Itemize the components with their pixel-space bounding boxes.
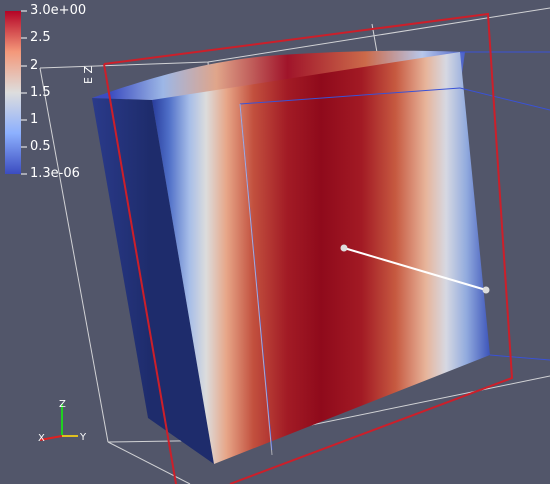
colorbar-label-max: 3.0e+00: [30, 3, 87, 18]
axis-y-label: Y: [79, 432, 87, 443]
axis-x-label: X: [38, 433, 45, 444]
render-viewport[interactable]: Z X Y 3.0e+00 2.5 2 1.5 1 0.5 1.3e-06 E …: [0, 0, 550, 484]
colorbar-label-1: 1: [30, 112, 39, 127]
colorbar-ticks: [21, 10, 27, 175]
colorbar-label-2.5: 2.5: [30, 30, 51, 45]
colorbar-title: E Z: [82, 66, 95, 84]
colorbar-label-0.5: 0.5: [30, 139, 51, 154]
axis-z-label: Z: [59, 399, 66, 410]
colorbar-label-2: 2: [30, 58, 39, 73]
probe-handle-end[interactable]: [482, 286, 490, 294]
probe-handle-start[interactable]: [340, 244, 348, 252]
colorbar-gradient: [5, 11, 21, 174]
colorbar-label-min: 1.3e-06: [30, 166, 80, 181]
colorbar-label-1.5: 1.5: [30, 85, 51, 100]
orientation-axes: Z X Y: [38, 399, 87, 444]
